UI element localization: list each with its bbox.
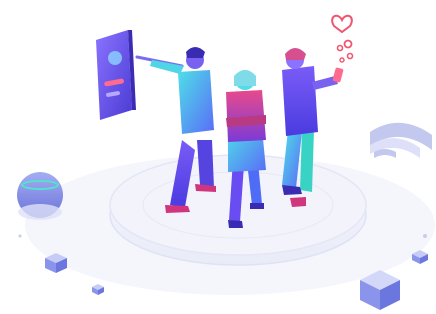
illustration-svg bbox=[17, 14, 435, 310]
wifi-icon bbox=[370, 122, 432, 158]
dot-decoration bbox=[423, 234, 427, 238]
heart-bubbles-icon bbox=[331, 14, 354, 63]
phone-icon bbox=[332, 67, 344, 83]
tablet-circle-icon bbox=[108, 51, 122, 65]
illustration-scene bbox=[0, 0, 436, 314]
smart-speaker-icon bbox=[17, 172, 63, 220]
cube-tiny-icon bbox=[92, 284, 104, 295]
dot-decoration bbox=[18, 234, 22, 238]
shoe-icon bbox=[165, 205, 190, 213]
tablet-panel bbox=[96, 30, 136, 120]
